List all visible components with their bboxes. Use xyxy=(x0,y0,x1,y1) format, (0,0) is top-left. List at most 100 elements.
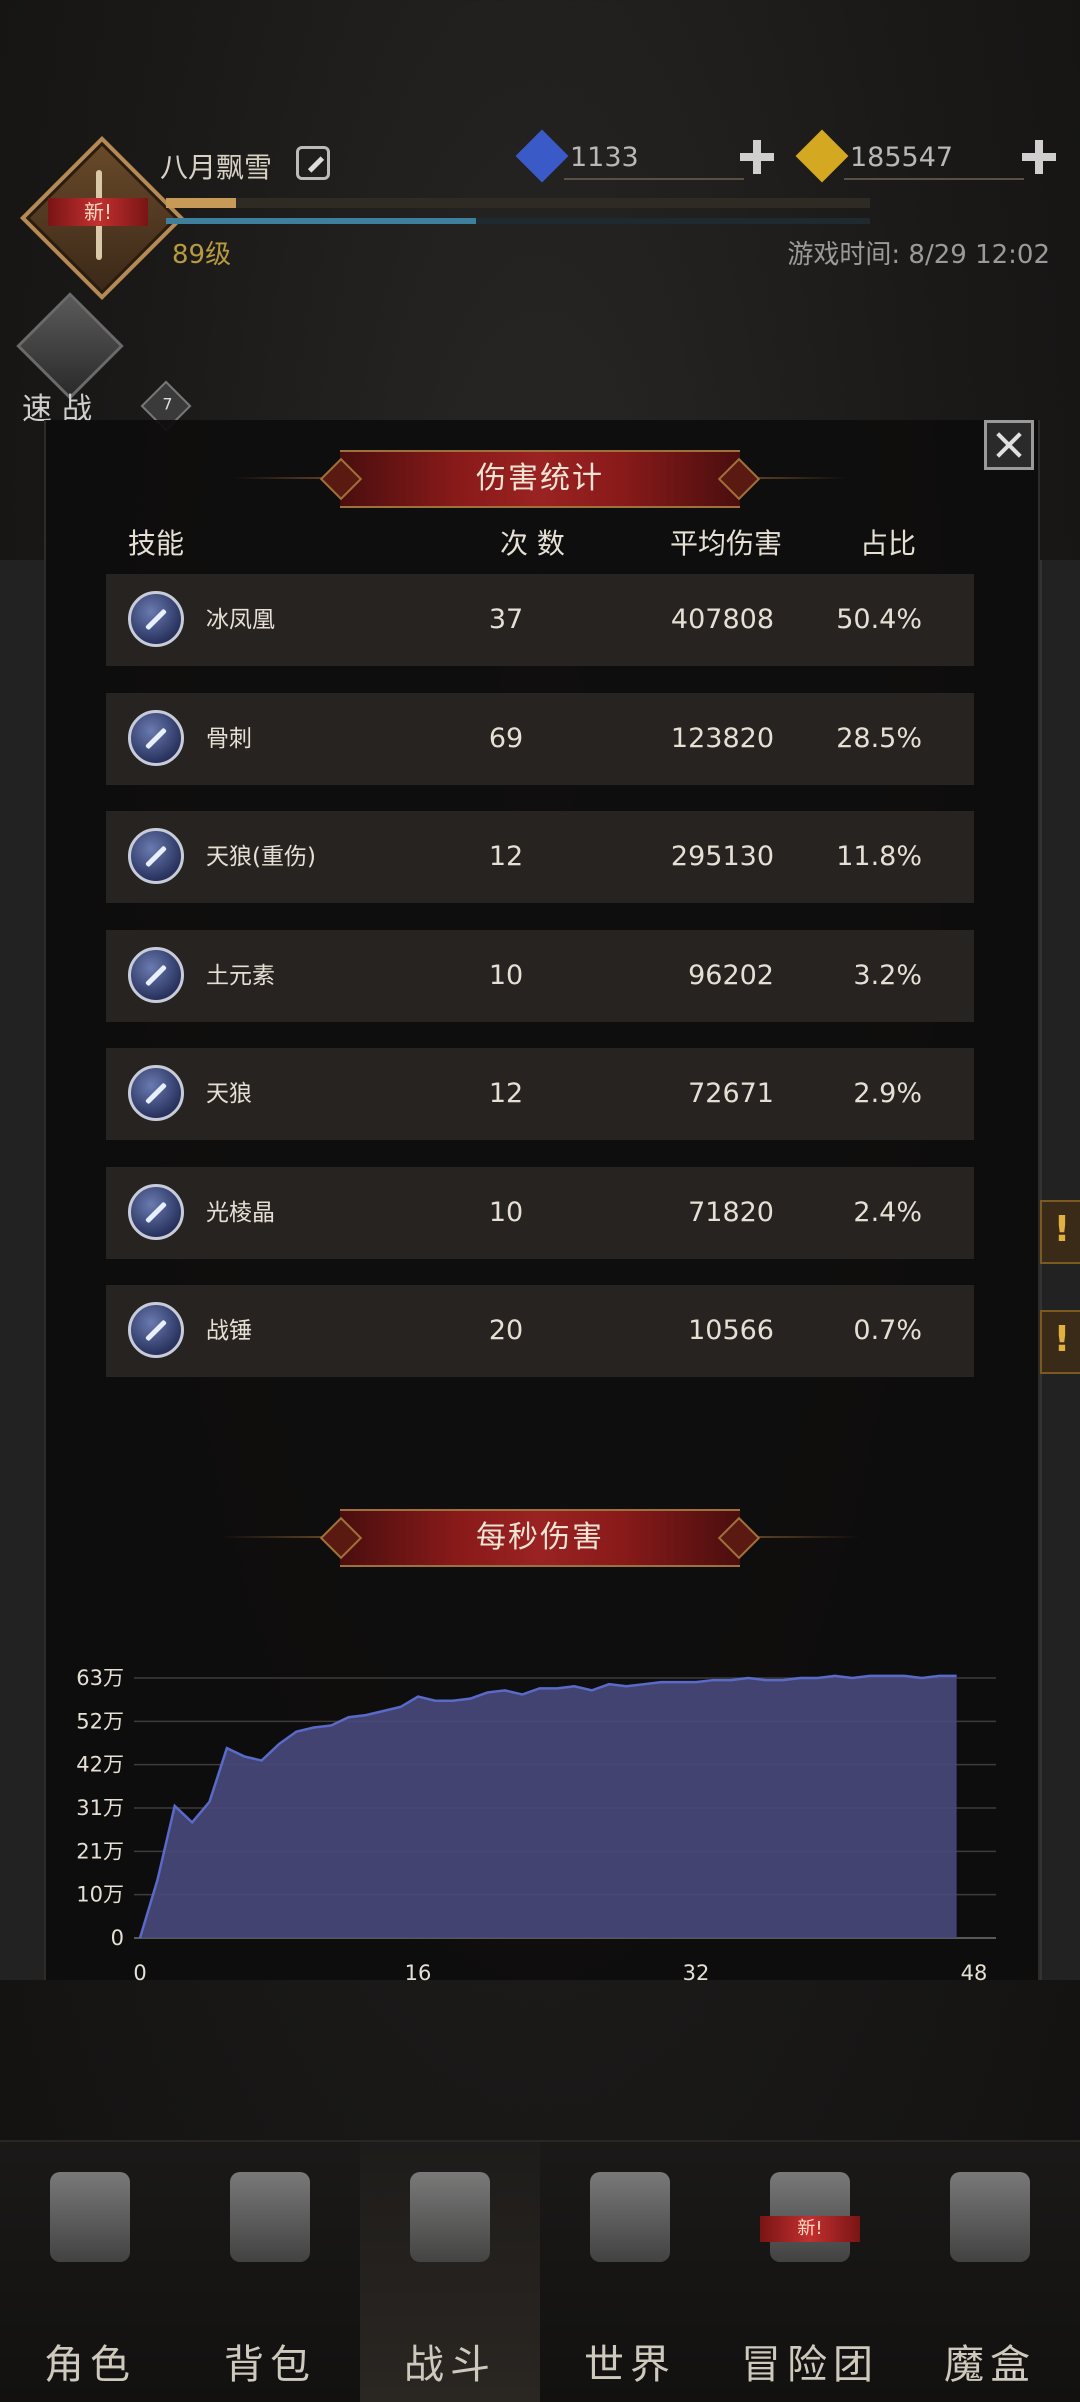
skill-name: 冰凤凰 xyxy=(206,607,275,633)
bone-spike-icon xyxy=(128,709,184,766)
nav-item-label: 战斗 xyxy=(404,2342,496,2388)
currency-underline xyxy=(844,178,1024,180)
skill-count: 37 xyxy=(488,604,524,635)
nav-item[interactable]: 背包 xyxy=(180,2142,360,2402)
x-tick-label: 48 xyxy=(961,1961,988,1985)
prism-crystal-icon xyxy=(128,1183,184,1240)
alert-icon[interactable]: ! xyxy=(1040,1200,1080,1264)
energy-bar-fill xyxy=(166,218,476,224)
y-tick-label: 10万 xyxy=(76,1883,124,1907)
skill-name: 骨刺 xyxy=(206,725,252,752)
nav-item-label: 冒险团 xyxy=(741,2342,879,2388)
background-panel-left xyxy=(0,560,46,1980)
skill-name: 土元素 xyxy=(206,962,275,989)
bottom-nav: 角色 背包 战斗 世界 新! 冒险团 魔盒 xyxy=(0,2140,1080,2402)
skill-row: 冰凤凰 37 407808 50.4% xyxy=(106,574,974,666)
map-scroll-icon xyxy=(590,2172,670,2262)
edit-name-icon[interactable] xyxy=(296,146,330,180)
exp-bar-fill xyxy=(166,198,237,208)
skill-avg-damage: 123820 xyxy=(670,722,774,754)
blue-gem-amount: 1133 xyxy=(570,142,639,173)
player-level: 89级 xyxy=(172,240,232,270)
warhammer-icon xyxy=(128,1302,184,1358)
exp-bar xyxy=(166,198,870,208)
dps-chart: 0 10万 21万 31万 42万 52万 63万 0 16 32 48 xyxy=(76,1666,996,1985)
dps-title: 每秒伤害 xyxy=(340,1509,740,1567)
skill-percent: 28.5% xyxy=(836,722,922,754)
close-button[interactable] xyxy=(984,420,1034,470)
column-header-percent: 占比 xyxy=(860,527,917,560)
skill-avg-damage: 407808 xyxy=(670,604,774,635)
alert-icon[interactable]: ! xyxy=(1040,1310,1080,1374)
avatar[interactable]: 新! 7 xyxy=(19,135,192,432)
add-blue-gem-icon[interactable] xyxy=(740,140,774,174)
nav-item-label: 背包 xyxy=(224,2342,316,2388)
damage-stats-title: 伤害统计 xyxy=(340,450,740,508)
skill-count: 20 xyxy=(488,1315,524,1346)
game-time: 游戏时间: 8/29 12:02 xyxy=(787,240,1050,270)
skill-row: 光棱晶 10 71820 2.4% xyxy=(106,1166,974,1259)
skill-count: 12 xyxy=(488,841,524,872)
skill-row: 天狼(重伤) 12 295130 11.8% xyxy=(106,811,974,903)
helmet-icon xyxy=(50,2172,130,2262)
skill-name: 战锤 xyxy=(206,1318,252,1344)
nav-item[interactable]: 角色 xyxy=(0,2142,180,2402)
x-tick-label: 32 xyxy=(683,1961,710,1985)
currency-underline xyxy=(564,178,744,180)
nav-item[interactable]: 魔盒 xyxy=(900,2142,1080,2402)
nav-item[interactable]: 世界 xyxy=(540,2142,720,2402)
skill-row: 骨刺 69 123820 28.5% xyxy=(106,692,974,785)
nav-item-label: 世界 xyxy=(584,2342,676,2388)
shield-sword-icon xyxy=(410,2172,490,2262)
dps-area xyxy=(140,1675,957,1938)
currency-blue-gem: 1133 xyxy=(515,129,750,184)
avatar-new-badge: 新! xyxy=(48,198,148,226)
gold-gem-icon xyxy=(795,129,849,183)
sky-wolf-wound-icon xyxy=(128,828,184,884)
skill-row: 天狼 12 72671 2.9% xyxy=(106,1048,974,1140)
skill-percent: 0.7% xyxy=(853,1315,922,1346)
skill-row: 土元素 10 96202 3.2% xyxy=(106,929,974,1022)
column-header-count: 次 数 xyxy=(500,527,565,560)
skill-avg-damage: 71820 xyxy=(688,1196,774,1228)
y-tick-label: 42万 xyxy=(76,1753,124,1777)
add-gold-gem-icon[interactable] xyxy=(1022,140,1056,174)
y-tick-label: 31万 xyxy=(76,1796,124,1820)
y-tick-label: 52万 xyxy=(76,1709,124,1733)
y-tick-label: 0 xyxy=(111,1926,124,1950)
skill-count: 10 xyxy=(488,1196,524,1228)
nav-item-label: 角色 xyxy=(44,2342,136,2388)
nav-item-label: 魔盒 xyxy=(944,2342,1036,2388)
y-tick-label: 63万 xyxy=(76,1666,124,1690)
nav-item[interactable]: 新! 冒险团 xyxy=(720,2142,900,2402)
skill-row: 战锤 20 10566 0.7% xyxy=(106,1285,974,1377)
skill-count: 10 xyxy=(488,959,524,991)
player-name: 八月飘雪 xyxy=(160,151,273,184)
skill-percent: 2.4% xyxy=(853,1196,922,1228)
x-tick-label: 16 xyxy=(405,1961,432,1985)
skill-avg-damage: 96202 xyxy=(688,959,774,991)
gold-gem-amount: 185547 xyxy=(850,142,954,173)
backpack-icon xyxy=(230,2172,310,2262)
nav-item[interactable]: 战斗 xyxy=(360,2142,540,2402)
ice-phoenix-icon xyxy=(128,591,184,647)
nav-new-badge: 新! xyxy=(760,2216,860,2242)
top-status-area: 新! 7 八月飘雪 89级 游戏时间: 8/29 12:02 1133 1855… xyxy=(0,0,1080,440)
y-tick-label: 21万 xyxy=(76,1839,124,1863)
skill-name: 天狼 xyxy=(206,1081,252,1107)
quick-battle-button[interactable]: 速战 xyxy=(14,292,124,427)
skill-avg-damage: 295130 xyxy=(670,841,774,872)
background-panel-right xyxy=(1040,560,1080,1980)
skill-avg-damage: 10566 xyxy=(688,1315,774,1346)
x-tick-label: 0 xyxy=(133,1961,146,1985)
skill-percent: 50.4% xyxy=(836,604,922,635)
energy-bar xyxy=(166,218,870,224)
blue-gem-icon xyxy=(515,129,569,183)
column-header-avg-damage: 平均伤害 xyxy=(670,527,783,560)
skill-percent: 11.8% xyxy=(836,841,922,872)
skill-count: 69 xyxy=(488,722,524,754)
magic-box-icon xyxy=(950,2172,1030,2262)
rank-badge-label: 7 xyxy=(162,394,173,414)
sky-wolf-icon xyxy=(128,1065,184,1121)
skill-avg-damage: 72671 xyxy=(688,1078,774,1109)
